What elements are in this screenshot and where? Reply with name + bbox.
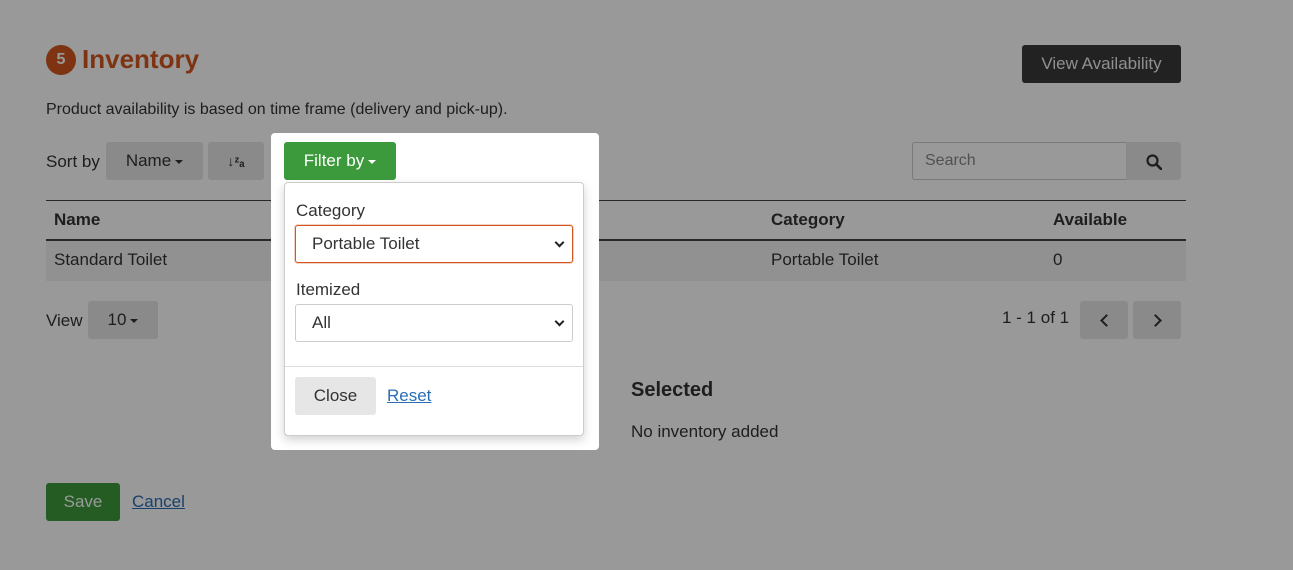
caret-down-icon xyxy=(368,159,377,164)
category-select[interactable]: Portable Toilet xyxy=(295,225,573,263)
itemized-select-value: All xyxy=(312,313,331,332)
category-select-value: Portable Toilet xyxy=(312,234,420,253)
reset-link[interactable]: Reset xyxy=(387,386,431,406)
chevron-down-icon xyxy=(554,237,565,248)
filter-by-button[interactable]: Filter by xyxy=(284,142,396,180)
itemized-label: Itemized xyxy=(296,280,361,299)
close-button[interactable]: Close xyxy=(295,377,376,415)
filter-by-label: Filter by xyxy=(303,151,365,170)
filter-dropdown-menu: Category Portable Toilet Itemized All Cl… xyxy=(284,182,584,436)
chevron-down-icon xyxy=(554,316,565,327)
divider xyxy=(285,366,583,367)
category-label: Category xyxy=(296,201,365,220)
itemized-select[interactable]: All xyxy=(295,304,573,342)
modal-overlay[interactable] xyxy=(0,0,1293,570)
